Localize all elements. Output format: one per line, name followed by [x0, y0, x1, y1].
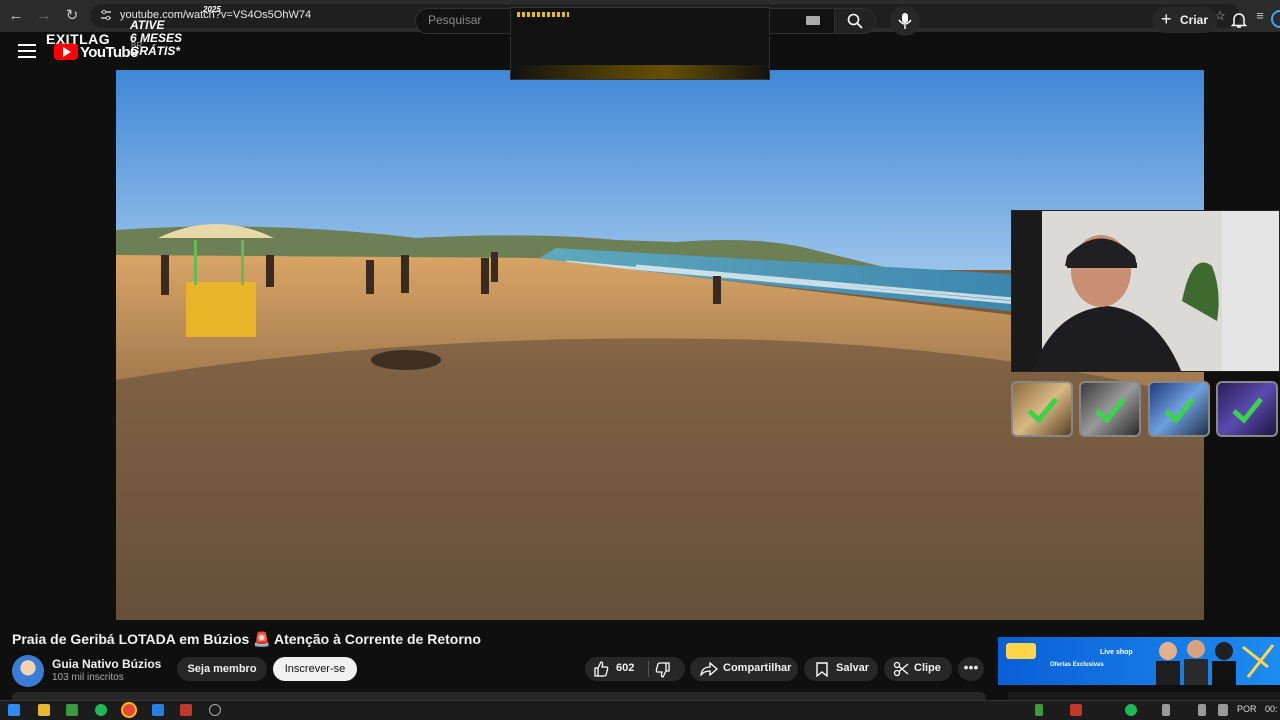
sidebar-ad-shop-label: Live shop [1100, 649, 1133, 656]
join-button[interactable]: Seja membro [177, 657, 267, 681]
microphone-tray-icon[interactable] [1162, 704, 1170, 716]
search-icon [847, 13, 863, 29]
reading-list-icon[interactable]: ≡ [1252, 8, 1268, 24]
chrome-icon[interactable] [123, 704, 135, 716]
tray-spotify-icon[interactable] [1125, 704, 1137, 716]
ad-headline-1: ATIVE [130, 18, 165, 32]
like-count[interactable]: 602 [616, 662, 634, 674]
checkmark-icon [1095, 397, 1126, 424]
microphone-icon [898, 13, 912, 29]
tray-icon[interactable] [1070, 704, 1082, 716]
file-explorer-icon[interactable] [38, 704, 50, 716]
save-label: Salvar [836, 662, 870, 674]
channel-avatar[interactable] [12, 655, 44, 687]
like-dislike-group [585, 657, 685, 681]
ad-year: 2025 [203, 5, 221, 14]
webcam-frame [1012, 211, 1279, 371]
share-icon [700, 662, 718, 676]
more-actions-button[interactable]: ••• [958, 657, 984, 681]
clip-label: Clipe [914, 662, 941, 674]
ad-glow [511, 65, 769, 79]
obs-icon[interactable] [209, 704, 221, 716]
achievement-tile-4 [1216, 381, 1278, 437]
ad-stripe [517, 12, 569, 17]
xbox-icon[interactable] [66, 704, 78, 716]
spotify-icon[interactable] [95, 704, 107, 716]
ad-people-graphic [1006, 640, 1275, 685]
webcam-overlay [1011, 210, 1280, 372]
network-icon[interactable] [1198, 704, 1206, 716]
video-title: Praia de Geribá LOTADA em Búzios 🚨 Atenç… [12, 631, 481, 647]
clock[interactable]: 00: [1265, 704, 1278, 714]
ad-headline-2: 6 MESES [130, 31, 183, 45]
bookmark-icon [816, 662, 828, 677]
scissors-icon [893, 661, 909, 677]
notifications-bell-icon[interactable] [1230, 11, 1248, 29]
share-label: Compartilhar [723, 662, 792, 674]
sidebar-ad-banner[interactable] [998, 637, 1280, 685]
keyboard-icon[interactable] [806, 16, 820, 25]
msi-icon[interactable] [180, 704, 192, 716]
like-divider [648, 661, 649, 677]
volume-icon[interactable] [1218, 704, 1228, 716]
reload-icon[interactable]: ↻ [62, 6, 82, 26]
subscribe-button[interactable]: Inscrever-se [273, 657, 357, 681]
search-button[interactable] [834, 8, 876, 34]
achievement-tile-2 [1079, 381, 1141, 437]
channel-name[interactable]: Guia Nativo Búzios [52, 657, 161, 671]
search-placeholder: Pesquisar [428, 13, 482, 27]
forward-icon[interactable]: → [34, 6, 54, 26]
ad-brand: EXITLAG [46, 31, 111, 47]
checkmark-icon [1232, 397, 1263, 424]
thumbs-up-icon[interactable] [593, 661, 609, 677]
checkmark-icon [1164, 397, 1195, 424]
subscriber-count: 103 mil inscritos [52, 672, 124, 683]
sidebar-ad-offer-label: Ofertas Exclusivas [1050, 662, 1104, 668]
plus-icon: + [1161, 9, 1172, 29]
ad-headline-3: GRÁTIS* [130, 44, 181, 58]
menu-icon[interactable] [18, 44, 36, 58]
achievement-tile-1 [1011, 381, 1073, 437]
checkmark-icon [1027, 397, 1058, 424]
os-taskbar [0, 700, 1280, 720]
thumbs-down-icon[interactable] [655, 662, 671, 678]
language-indicator[interactable]: POR [1237, 704, 1257, 714]
achievement-tile-3 [1148, 381, 1210, 437]
exitlag-ad-banner[interactable] [510, 7, 770, 80]
back-icon[interactable]: ← [6, 6, 26, 26]
site-info-icon[interactable] [100, 9, 112, 21]
voice-search-button[interactable] [890, 6, 920, 36]
start-icon[interactable] [8, 704, 20, 716]
app-icon[interactable] [152, 704, 164, 716]
tray-icon[interactable] [1035, 704, 1043, 716]
